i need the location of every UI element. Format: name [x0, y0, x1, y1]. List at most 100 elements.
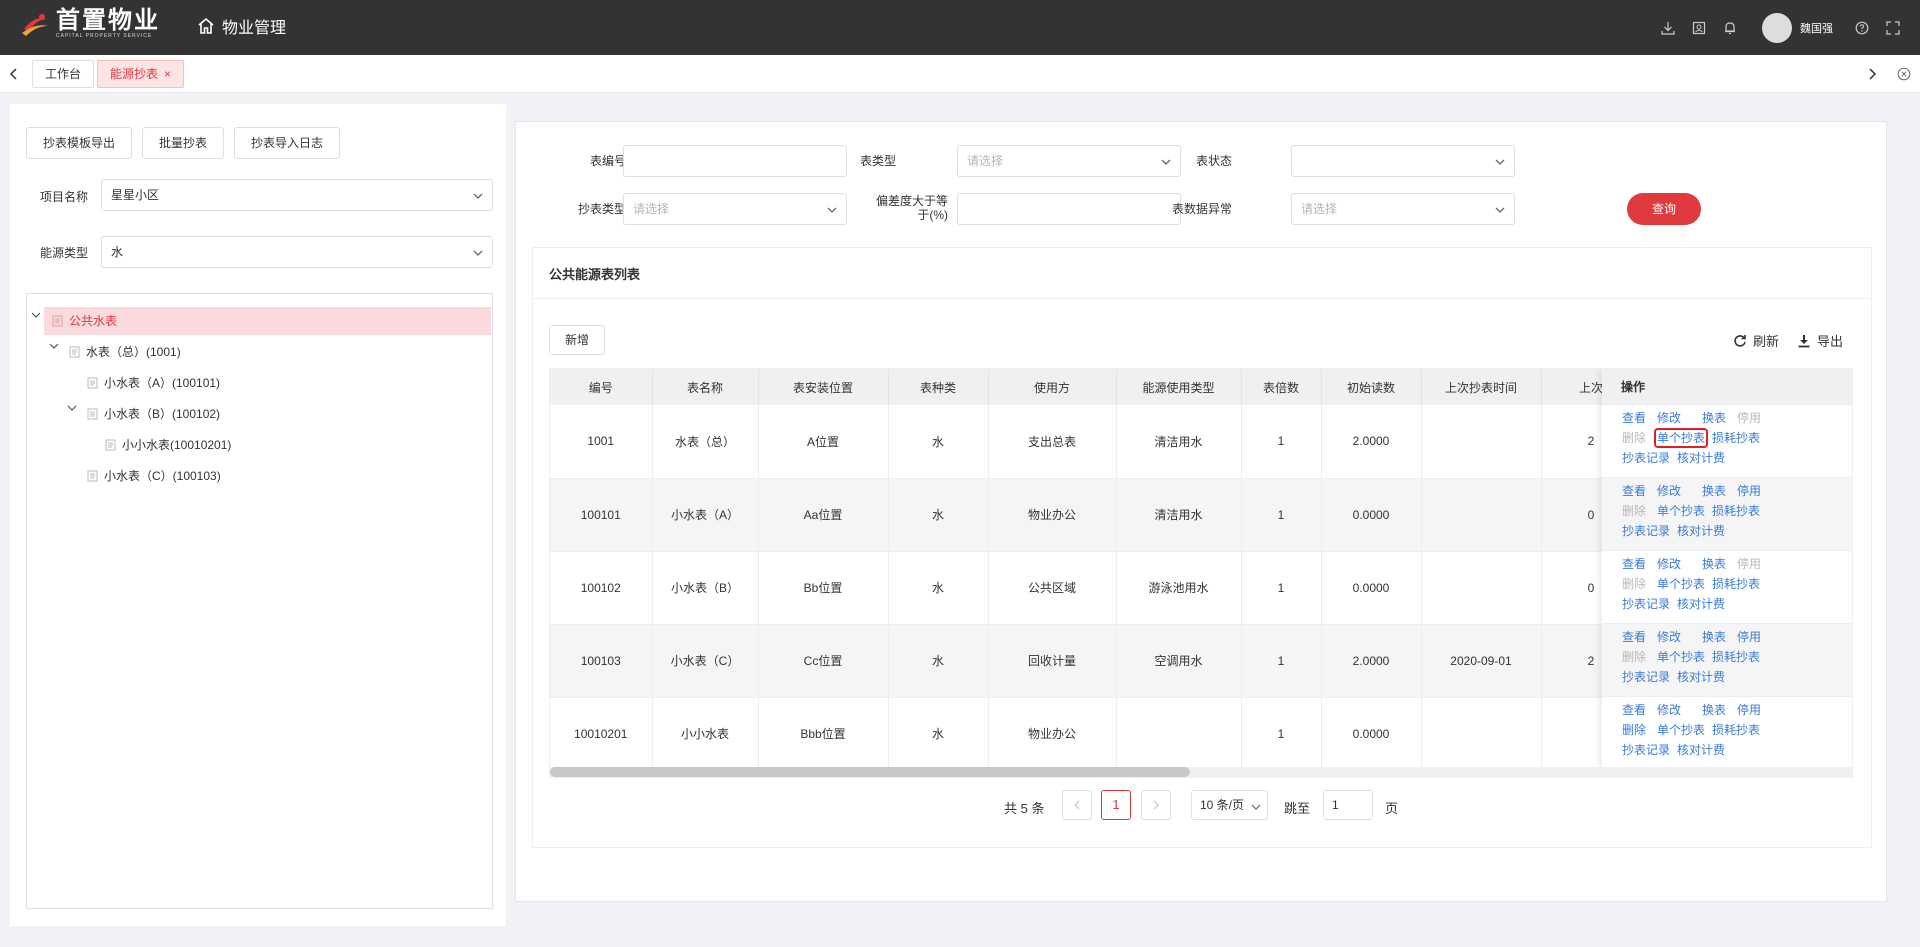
download-icon[interactable]: [1659, 19, 1677, 37]
scrollbar-thumb[interactable]: [550, 767, 1190, 777]
view-link[interactable]: 查看: [1622, 484, 1646, 498]
brand-logo[interactable]: 首置物业 CAPITAL PROPERTY SERVICE: [20, 8, 160, 40]
table-row[interactable]: 100103 小水表（C） Cc位置水回收计量 空调用水 1 2.0000 2020-09-…: [550, 624, 1642, 698]
import-log-button[interactable]: 抄表导入日志: [234, 127, 340, 159]
check-billing-link[interactable]: 核对计费: [1677, 743, 1725, 757]
read-type-select[interactable]: 请选择: [623, 193, 847, 225]
tree-node-meter-a[interactable]: 小水表（A）(100101): [87, 369, 220, 397]
table-row[interactable]: 100102 小水表（B） Bb位置水公共区域 游泳池用水 1 0.0000 0: [550, 551, 1642, 625]
tree-node-meter-b[interactable]: 小水表（B）(100102): [87, 400, 220, 428]
delete-link[interactable]: 删除: [1622, 431, 1646, 445]
single-reading-link[interactable]: 单个抄表: [1657, 577, 1705, 591]
reading-records-link[interactable]: 抄表记录: [1622, 451, 1670, 465]
replace-meter-link[interactable]: 换表: [1702, 484, 1726, 498]
tree-expand-icon[interactable]: [48, 340, 60, 352]
edit-link[interactable]: 修改: [1657, 703, 1681, 717]
disable-link[interactable]: 停用: [1737, 484, 1761, 498]
loss-reading-link[interactable]: 损耗抄表: [1712, 723, 1760, 737]
add-button[interactable]: 新增: [549, 325, 605, 355]
edit-link[interactable]: 修改: [1657, 630, 1681, 644]
fullscreen-icon[interactable]: [1884, 19, 1902, 37]
check-billing-link[interactable]: 核对计费: [1677, 524, 1725, 538]
single-reading-link[interactable]: 单个抄表: [1657, 504, 1705, 518]
prev-page-button[interactable]: [1062, 790, 1092, 820]
energy-type-select[interactable]: 水: [101, 236, 493, 268]
meter-no-input[interactable]: [623, 145, 847, 177]
loss-reading-link[interactable]: 损耗抄表: [1712, 431, 1760, 445]
single-reading-link[interactable]: 单个抄表: [1657, 650, 1705, 664]
page-1-button[interactable]: 1: [1101, 790, 1131, 820]
tab-energy-reading[interactable]: 能源抄表 ×: [97, 60, 185, 88]
delete-link[interactable]: 删除: [1622, 504, 1646, 518]
goto-page-input[interactable]: 1: [1323, 790, 1373, 820]
single-reading-link[interactable]: 单个抄表: [1657, 723, 1705, 737]
tree-expand-icon[interactable]: [66, 402, 78, 414]
loss-reading-link[interactable]: 损耗抄表: [1712, 577, 1760, 591]
help-icon[interactable]: [1853, 19, 1871, 37]
tabs-scroll-right-icon[interactable]: [1858, 55, 1886, 93]
next-page-button[interactable]: [1141, 790, 1171, 820]
user-name[interactable]: 魏国强: [1800, 20, 1833, 36]
delete-link[interactable]: 删除: [1622, 650, 1646, 664]
tree-node-meter-c[interactable]: 小水表（C）(100103): [87, 462, 221, 490]
view-link[interactable]: 查看: [1622, 557, 1646, 571]
table-row[interactable]: 1001 水表（总） A位置水支出总表 清洁用水 1 2.0000 2: [550, 405, 1642, 479]
batch-reading-button[interactable]: 批量抄表: [142, 127, 224, 159]
edit-link[interactable]: 修改: [1657, 411, 1681, 425]
top-bar: 首置物业 CAPITAL PROPERTY SERVICE 物业管理 魏国强: [0, 0, 1920, 55]
horizontal-scrollbar[interactable]: [550, 767, 1852, 777]
project-select[interactable]: 星星小区: [101, 179, 493, 211]
disable-link[interactable]: 停用: [1737, 703, 1761, 717]
replace-meter-link[interactable]: 换表: [1702, 411, 1726, 425]
data-abnormal-select[interactable]: 请选择: [1291, 193, 1515, 225]
disable-link[interactable]: 停用: [1737, 557, 1761, 571]
tree-expand-icon[interactable]: [30, 309, 42, 321]
contacts-icon[interactable]: [1690, 19, 1708, 37]
tree-node-small-meter[interactable]: 小小水表(10010201): [105, 431, 231, 459]
disable-link[interactable]: 停用: [1737, 630, 1761, 644]
meter-type-select[interactable]: 请选择: [957, 145, 1181, 177]
refresh-button[interactable]: 刷新: [1733, 331, 1779, 350]
reading-records-link[interactable]: 抄表记录: [1622, 597, 1670, 611]
export-template-button[interactable]: 抄表模板导出: [26, 127, 132, 159]
edit-link[interactable]: 修改: [1657, 557, 1681, 571]
table-cell: 水: [888, 551, 989, 625]
page-size-select[interactable]: 10 条/页: [1191, 790, 1268, 820]
replace-meter-link[interactable]: 换表: [1702, 630, 1726, 644]
tree-node-public-water[interactable]: 公共水表: [44, 307, 491, 335]
check-billing-link[interactable]: 核对计费: [1677, 670, 1725, 684]
reading-records-link[interactable]: 抄表记录: [1622, 743, 1670, 757]
reading-records-link[interactable]: 抄表记录: [1622, 670, 1670, 684]
delete-link[interactable]: 删除: [1622, 577, 1646, 591]
view-link[interactable]: 查看: [1622, 703, 1646, 717]
tabs-scroll-left-icon[interactable]: [0, 55, 28, 93]
view-link[interactable]: 查看: [1622, 630, 1646, 644]
meter-status-select[interactable]: [1291, 145, 1515, 177]
check-billing-link[interactable]: 核对计费: [1677, 597, 1725, 611]
meter-table: 编号 表名称 表安装位置 表种类 使用方 能源使用类型 表倍数 初始读数 上次抄表时间 上次 10…: [549, 368, 1853, 778]
replace-meter-link[interactable]: 换表: [1702, 557, 1726, 571]
table-cell: 0.0000: [1321, 697, 1422, 771]
tab-close-icon[interactable]: ×: [164, 67, 171, 81]
export-button[interactable]: 导出: [1797, 331, 1843, 350]
tab-workbench[interactable]: 工作台: [32, 60, 95, 88]
delete-link[interactable]: 删除: [1622, 723, 1646, 737]
table-row[interactable]: 100101 小水表（A） Aa位置水物业办公 清洁用水 1 0.0000 0: [550, 478, 1642, 552]
disable-link[interactable]: 停用: [1737, 411, 1761, 425]
close-all-tabs-icon[interactable]: [1890, 55, 1918, 93]
edit-link[interactable]: 修改: [1657, 484, 1681, 498]
table-row[interactable]: 10010201 小小水表 Bbb位置水物业办公 1 0.0000: [550, 697, 1642, 771]
loss-reading-link[interactable]: 损耗抄表: [1712, 504, 1760, 518]
tree-node-main-meter[interactable]: 水表（总）(1001): [69, 338, 181, 366]
single-reading-link[interactable]: 单个抄表: [1653, 428, 1709, 448]
loss-reading-link[interactable]: 损耗抄表: [1712, 650, 1760, 664]
view-link[interactable]: 查看: [1622, 411, 1646, 425]
system-menu[interactable]: 物业管理: [196, 14, 286, 38]
reading-records-link[interactable]: 抄表记录: [1622, 524, 1670, 538]
deviation-input[interactable]: [957, 193, 1181, 225]
check-billing-link[interactable]: 核对计费: [1677, 451, 1725, 465]
bell-icon[interactable]: [1721, 19, 1739, 37]
replace-meter-link[interactable]: 换表: [1702, 703, 1726, 717]
query-button[interactable]: 查询: [1627, 193, 1701, 225]
avatar[interactable]: [1762, 12, 1792, 43]
